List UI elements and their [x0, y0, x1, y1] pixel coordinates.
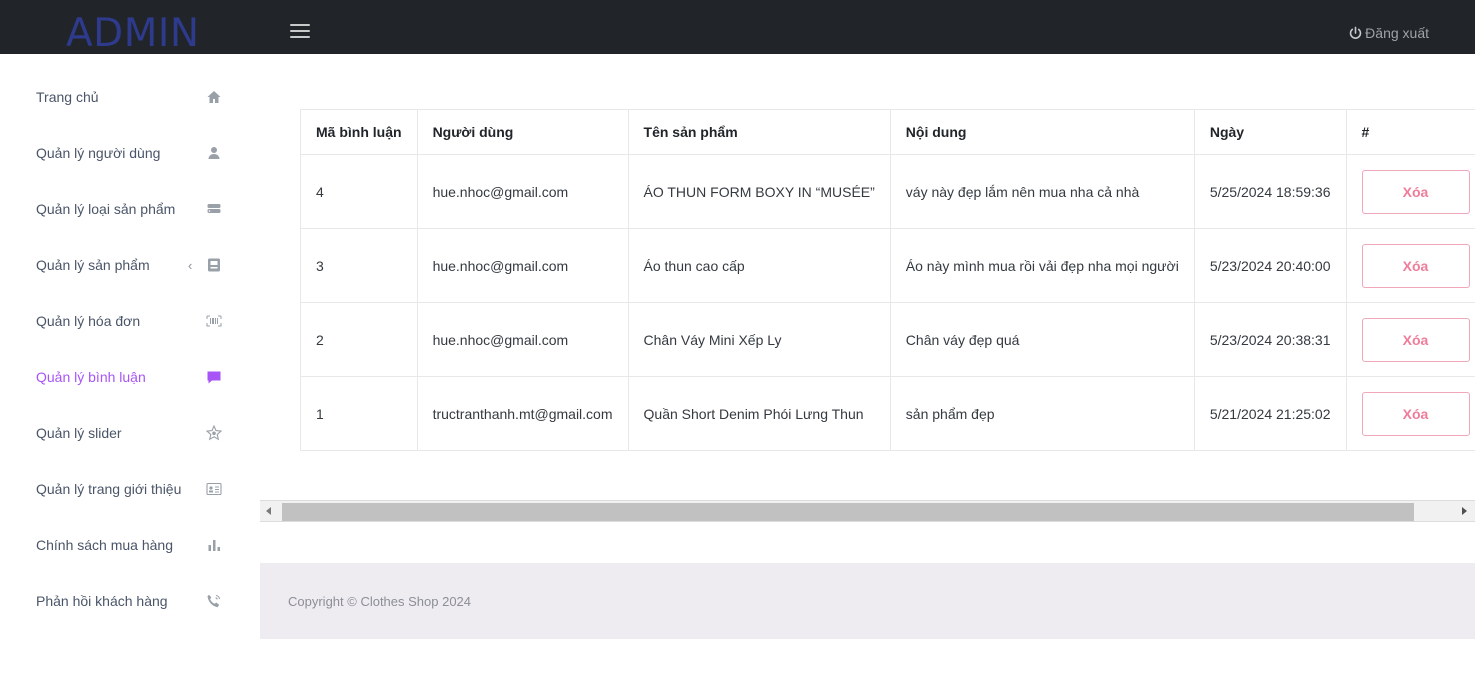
power-icon: [1349, 26, 1362, 39]
delete-button[interactable]: Xóa: [1361, 391, 1470, 436]
cell-content: Chân váy đẹp quá: [889, 302, 1195, 377]
delete-button[interactable]: Xóa: [1361, 169, 1470, 214]
comment-icon: [205, 368, 223, 386]
cell-action: Xóa: [1345, 376, 1475, 451]
sidebar-item-label: Quản lý slider: [36, 425, 122, 441]
footer: Copyright © Clothes Shop 2024: [260, 563, 1475, 639]
sidebar-item-feedback[interactable]: Phản hồi khách hàng: [0, 573, 240, 629]
cell-action: Xóa: [1345, 154, 1475, 229]
cell-content: sản phẩm đẹp: [889, 376, 1195, 451]
cell-user: tructranthanh.mt@gmail.com: [416, 376, 629, 451]
cell-user: hue.nhoc@gmail.com: [416, 302, 629, 377]
bar-chart-icon: [205, 536, 223, 554]
comments-table: Mã bình luận Người dùng Tên sản phẩm Nội…: [300, 109, 1475, 451]
table-header-row: Mã bình luận Người dùng Tên sản phẩm Nội…: [300, 109, 1475, 155]
sidebar-item-users[interactable]: Quản lý người dùng: [0, 125, 240, 181]
barcode-icon: [205, 312, 223, 330]
top-navbar: ADMIN Đăng xuất: [0, 0, 1475, 56]
logout-button[interactable]: Đăng xuất: [1348, 25, 1429, 41]
table-row: 2 hue.nhoc@gmail.com Chân Váy Mini Xếp L…: [300, 302, 1475, 377]
table-row: 4 hue.nhoc@gmail.com ÁO THUN FORM BOXY I…: [300, 154, 1475, 229]
column-header-id: Mã bình luận: [300, 109, 418, 155]
brand-logo[interactable]: ADMIN: [66, 12, 200, 56]
column-header-action: #: [1345, 109, 1475, 155]
sidebar-item-purchase-policy[interactable]: Chính sách mua hàng: [0, 517, 240, 573]
column-header-user: Người dùng: [416, 109, 629, 155]
column-header-date: Ngày: [1193, 109, 1347, 155]
sidebar-item-label: Trang chủ: [36, 89, 99, 105]
phone-icon: [205, 592, 223, 610]
cell-id: 4: [300, 154, 418, 229]
cell-date: 5/21/2024 21:25:02: [1193, 376, 1347, 451]
cell-date: 5/25/2024 18:59:36: [1193, 154, 1347, 229]
sidebar-item-products[interactable]: Quản lý sản phẩm ‹: [0, 237, 240, 293]
sidebar-item-label: Quản lý sản phẩm: [36, 257, 150, 273]
cell-content: Áo này mình mua rồi vải đẹp nha mọi ngườ…: [889, 228, 1195, 303]
cell-date: 5/23/2024 20:40:00: [1193, 228, 1347, 303]
sidebar-item-slider[interactable]: Quản lý slider: [0, 405, 240, 461]
sidebar-item-label: Quản lý hóa đơn: [36, 313, 141, 329]
sidebar-item-label: Quản lý bình luận: [36, 369, 146, 385]
sidebar-item-label: Chính sách mua hàng: [36, 537, 173, 553]
cell-user: hue.nhoc@gmail.com: [416, 228, 629, 303]
sidebar-item-home[interactable]: Trang chủ: [0, 69, 240, 125]
delete-button[interactable]: Xóa: [1361, 317, 1470, 362]
sidebar-item-label: Quản lý người dùng: [36, 145, 161, 161]
star-icon: [205, 424, 223, 442]
cell-content: váy này đẹp lắm nên mua nha cả nhà: [889, 154, 1195, 229]
menu-toggle-icon[interactable]: [290, 24, 312, 38]
database-icon: [205, 200, 223, 218]
sidebar-item-categories[interactable]: Quản lý loại sản phẩm: [0, 181, 240, 237]
cell-product: Chân Váy Mini Xếp Ly: [627, 302, 891, 377]
user-icon: [205, 144, 223, 162]
home-icon: [205, 88, 223, 106]
sidebar-item-about[interactable]: Quản lý trang giới thiệu: [0, 461, 240, 517]
sidebar-item-comments[interactable]: Quản lý bình luận: [0, 349, 240, 405]
horizontal-scrollbar[interactable]: [260, 500, 1475, 522]
cell-action: Xóa: [1345, 228, 1475, 303]
id-card-icon: [205, 480, 223, 498]
sidebar-item-label: Phản hồi khách hàng: [36, 593, 168, 609]
cell-action: Xóa: [1345, 302, 1475, 377]
scroll-left-icon[interactable]: [266, 507, 271, 515]
table-row: 1 tructranthanh.mt@gmail.com Quần Short …: [300, 376, 1475, 451]
scrollbar-thumb[interactable]: [282, 503, 1414, 521]
table-row: 3 hue.nhoc@gmail.com Áo thun cao cấp Áo …: [300, 228, 1475, 303]
sidebar-item-invoices[interactable]: Quản lý hóa đơn: [0, 293, 240, 349]
logout-label: Đăng xuất: [1365, 25, 1429, 41]
cell-product: Áo thun cao cấp: [627, 228, 891, 303]
sidebar-item-label: Quản lý loại sản phẩm: [36, 201, 176, 217]
product-icon: [205, 256, 223, 274]
scroll-right-icon[interactable]: [1462, 507, 1467, 515]
column-header-content: Nội dung: [889, 109, 1195, 155]
cell-id: 3: [300, 228, 418, 303]
cell-date: 5/23/2024 20:38:31: [1193, 302, 1347, 377]
chevron-left-icon: ‹: [188, 257, 193, 273]
cell-id: 1: [300, 376, 418, 451]
cell-id: 2: [300, 302, 418, 377]
sidebar: Trang chủ Quản lý người dùng Quản lý loạ…: [0, 54, 260, 689]
delete-button[interactable]: Xóa: [1361, 243, 1470, 288]
copyright-text: Copyright © Clothes Shop 2024: [288, 594, 472, 609]
comments-table-container: Mã bình luận Người dùng Tên sản phẩm Nội…: [300, 109, 1475, 451]
cell-user: hue.nhoc@gmail.com: [416, 154, 629, 229]
column-header-product: Tên sản phẩm: [627, 109, 891, 155]
cell-product: ÁO THUN FORM BOXY IN “MUSÉE”: [627, 154, 891, 229]
sidebar-item-label: Quản lý trang giới thiệu: [36, 481, 182, 497]
cell-product: Quần Short Denim Phói Lưng Thun: [627, 376, 891, 451]
